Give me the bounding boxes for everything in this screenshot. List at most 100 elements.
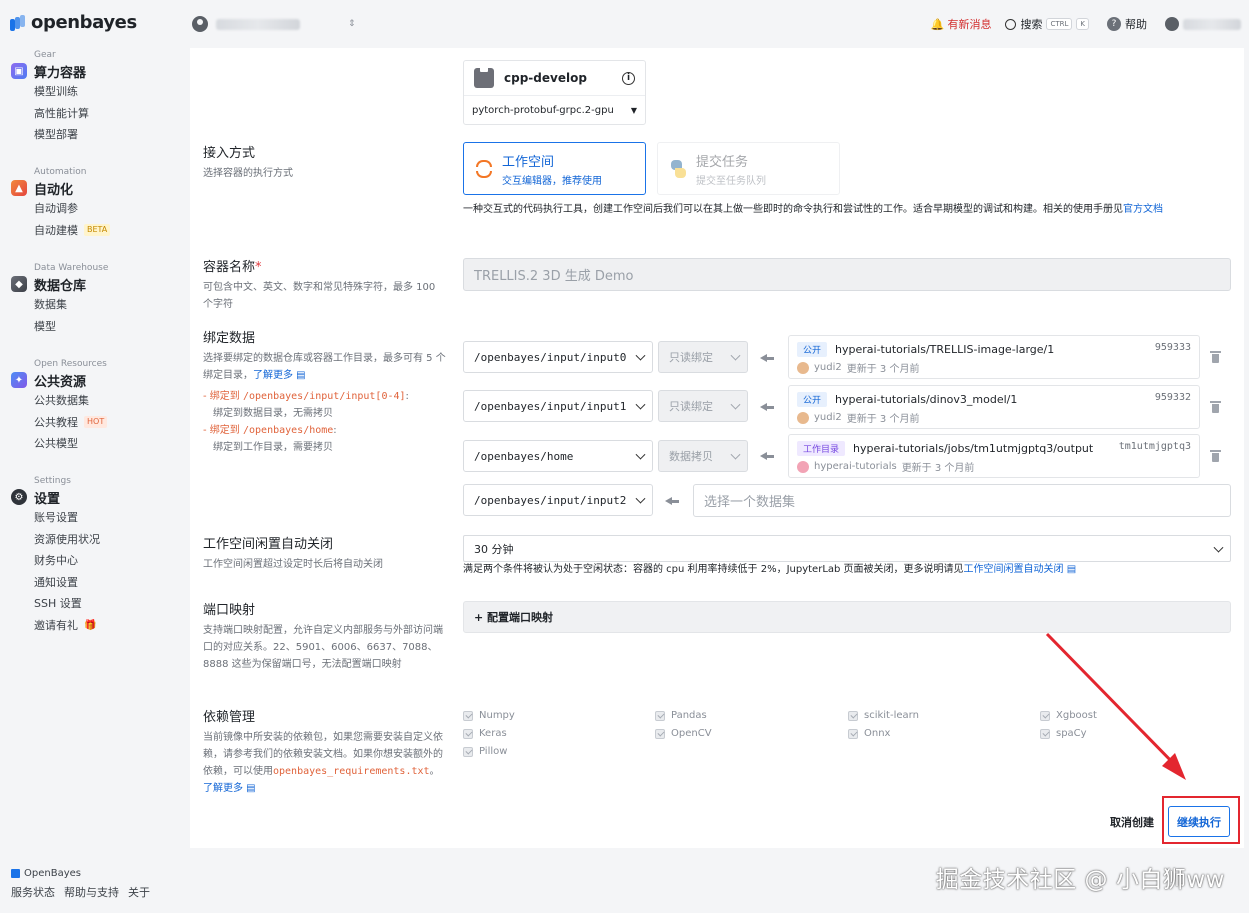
dep-label: scikit-learn bbox=[864, 710, 919, 721]
footer-brand: OpenBayes bbox=[11, 868, 81, 879]
dataset-picker[interactable]: 选择一个数据集 bbox=[693, 484, 1231, 517]
logo[interactable]: openbayes bbox=[10, 12, 137, 33]
trash-icon[interactable] bbox=[1210, 401, 1221, 413]
sidebar-item-training[interactable]: 模型训练 bbox=[34, 81, 89, 103]
cancel-create-button[interactable]: 取消创建 bbox=[1110, 814, 1154, 830]
trash-icon[interactable] bbox=[1210, 450, 1221, 462]
sidebar-item-invite[interactable]: 邀请有礼 🎁 bbox=[34, 615, 100, 637]
footer-link-help[interactable]: 帮助与支持 bbox=[64, 884, 119, 900]
user-menu[interactable] bbox=[1165, 17, 1241, 31]
sidebar-item-public-models[interactable]: 公共模型 bbox=[34, 433, 107, 455]
official-docs-link[interactable]: 官方文档 bbox=[1123, 204, 1163, 215]
sidebar-item-ssh[interactable]: SSH 设置 bbox=[34, 593, 100, 615]
deps-learn-more-link[interactable]: 了解更多 bbox=[203, 783, 243, 794]
bell-icon: 🔔 bbox=[930, 17, 945, 31]
dataset-card[interactable]: 公开 hyperai-tutorials/TRELLIS-image-large/… bbox=[788, 335, 1200, 379]
redacted-user-name bbox=[1183, 18, 1241, 30]
sidebar-section-open: Open Resources ✦ 公共资源 公共数据集 公共教程 HOT 公共模型 bbox=[11, 359, 108, 455]
idle-label: 工作空间闲置自动关闭 bbox=[203, 537, 334, 552]
sidebar-item-usage[interactable]: 资源使用状况 bbox=[34, 529, 100, 551]
bind-path: /openbayes/input/input0 bbox=[474, 350, 627, 364]
bind-path-select[interactable]: /openbayes/home bbox=[463, 440, 653, 472]
item-label: 自动调参 bbox=[34, 202, 78, 215]
sep: 。 bbox=[429, 766, 440, 777]
trash-icon[interactable] bbox=[1210, 351, 1221, 363]
sidebar-item-public-tutorials[interactable]: 公共教程 HOT bbox=[34, 412, 108, 434]
bind-path-select[interactable]: /openbayes/input/input2 bbox=[463, 484, 653, 516]
bind-mode-select[interactable]: 数据拷贝 bbox=[658, 440, 748, 472]
bind-mode-select[interactable]: 只读绑定 bbox=[658, 341, 748, 373]
dep-item: Keras bbox=[463, 728, 507, 739]
container-name-input[interactable]: TRELLIS.2 3D 生成 Demo bbox=[463, 258, 1231, 291]
user-avatar-icon bbox=[797, 361, 809, 374]
sidebar-item-autotune[interactable]: 自动调参 bbox=[34, 198, 110, 220]
beta-badge: BETA bbox=[84, 224, 111, 237]
configure-port-button[interactable]: + 配置端口映射 bbox=[463, 601, 1231, 633]
idle-doc-link[interactable]: 工作空间闲置自动关闭 bbox=[964, 564, 1064, 575]
item-label: 模型 bbox=[34, 319, 56, 333]
sidebar: openbayes Gear ▣ 算力容器 模型训练 高性能计算 模型部署 Aut… bbox=[0, 0, 190, 913]
note-prefix: - 绑定到 bbox=[203, 425, 240, 436]
image-version-select[interactable]: pytorch-protobuf-grpc.2-gpu ▼ bbox=[464, 96, 645, 125]
sidebar-item-finance[interactable]: 财务中心 bbox=[34, 550, 100, 572]
requirements-file: openbayes_requirements.txt bbox=[273, 766, 430, 777]
image-card[interactable]: cpp-develop i pytorch-protobuf-grpc.2-gp… bbox=[463, 60, 646, 125]
watermark: 掘金技术社区 @ 小白狮ww bbox=[935, 867, 1225, 893]
arrow-left-icon bbox=[665, 495, 681, 507]
help-button[interactable]: ? 帮助 bbox=[1107, 16, 1147, 32]
access-hint: 一种交互式的代码执行工具，创建工作空间后我们可以在其上做一些即时的命令执行和尝试… bbox=[463, 202, 1233, 218]
search-button[interactable]: 搜索 CTRL K bbox=[1005, 16, 1089, 32]
create-container-form: cpp-develop i pytorch-protobuf-grpc.2-gp… bbox=[190, 48, 1244, 848]
mode-workspace[interactable]: 工作空间 交互编辑器，推荐使用 bbox=[463, 142, 646, 195]
sidebar-head-data[interactable]: ◆ 数据仓库 bbox=[11, 274, 108, 294]
dep-item: Pillow bbox=[463, 746, 507, 757]
dataset-updated: 更新于 3 个月前 bbox=[846, 414, 920, 425]
sidebar-item-datasets[interactable]: 数据集 bbox=[34, 294, 108, 316]
arrow-left-icon bbox=[760, 450, 776, 462]
footer-brand-text: OpenBayes bbox=[24, 868, 81, 879]
sidebar-item-account[interactable]: 账号设置 bbox=[34, 507, 100, 529]
section-caption: Automation bbox=[34, 167, 87, 177]
sidebar-item-notify[interactable]: 通知设置 bbox=[34, 572, 100, 594]
help-icon: ? bbox=[1107, 17, 1121, 31]
bind-mode-select[interactable]: 只读绑定 bbox=[658, 390, 748, 422]
mode-submit-task[interactable]: 提交任务 提交至任务队列 bbox=[657, 142, 840, 195]
bind-path-select[interactable]: /openbayes/input/input1 bbox=[463, 390, 653, 422]
sidebar-item-deploy[interactable]: 模型部署 bbox=[34, 124, 89, 146]
database-icon: ◆ bbox=[11, 276, 27, 292]
binding-label: 绑定数据 bbox=[203, 331, 256, 346]
sidebar-head-settings[interactable]: ⚙ 设置 bbox=[11, 487, 100, 507]
item-label: 数据集 bbox=[34, 298, 67, 311]
container-label: 容器名称 bbox=[203, 260, 256, 275]
dataset-card[interactable]: 公开 hyperai-tutorials/dinov3_model/1 yudi2… bbox=[788, 385, 1200, 429]
section-title: 公共资源 bbox=[34, 374, 87, 390]
news-link[interactable]: 🔔 有新消息 bbox=[931, 16, 992, 32]
redacted-account-name bbox=[216, 18, 300, 30]
note-path: /openbayes/home bbox=[242, 425, 334, 436]
mode-sub: 交互编辑器，推荐使用 bbox=[502, 175, 602, 187]
footer-link-status[interactable]: 服务状态 bbox=[11, 884, 55, 900]
sidebar-head-automation[interactable]: ▲ 自动化 bbox=[11, 178, 110, 198]
binding-learn-more-link[interactable]: 了解更多 bbox=[253, 370, 293, 381]
info-icon[interactable]: i bbox=[622, 71, 635, 85]
dataset-name: hyperai-tutorials/dinov3_model/1 bbox=[835, 393, 1018, 406]
sidebar-item-hpc[interactable]: 高性能计算 bbox=[34, 103, 89, 125]
checkbox-checked-icon bbox=[848, 728, 858, 739]
checkbox-checked-icon bbox=[463, 746, 473, 757]
bind-mode: 只读绑定 bbox=[669, 400, 713, 413]
sidebar-head-gear[interactable]: ▣ 算力容器 bbox=[11, 61, 89, 81]
sidebar-item-automodel[interactable]: 自动建模 BETA bbox=[34, 220, 111, 242]
port-desc: 支持端口映射配置，允许自定义内部服务与外部访问端口的对应关系。22、5901、6… bbox=[203, 625, 443, 670]
kbd-ctrl: CTRL bbox=[1046, 18, 1073, 30]
sidebar-item-public-datasets[interactable]: 公共数据集 bbox=[34, 390, 107, 412]
hint-text: 一种交互式的代码执行工具，创建工作空间后我们可以在其上做一些即时的命令执行和尝试… bbox=[463, 204, 1123, 215]
workdir-card[interactable]: 工作目录 hyperai-tutorials/jobs/tm1utmjgptq3/… bbox=[788, 434, 1200, 478]
sidebar-item-models[interactable]: 模型 bbox=[34, 316, 108, 338]
bind-path-select[interactable]: /openbayes/input/input0 bbox=[463, 341, 653, 373]
sidebar-head-open[interactable]: ✦ 公共资源 bbox=[11, 370, 107, 390]
account-switcher[interactable]: ⇕ bbox=[192, 16, 356, 32]
item-label: 公共模型 bbox=[34, 437, 78, 450]
idle-timeout-select[interactable]: 30 分钟 bbox=[463, 535, 1231, 562]
footer-link-about[interactable]: 关于 bbox=[128, 884, 150, 900]
checkbox-checked-icon bbox=[655, 728, 665, 739]
